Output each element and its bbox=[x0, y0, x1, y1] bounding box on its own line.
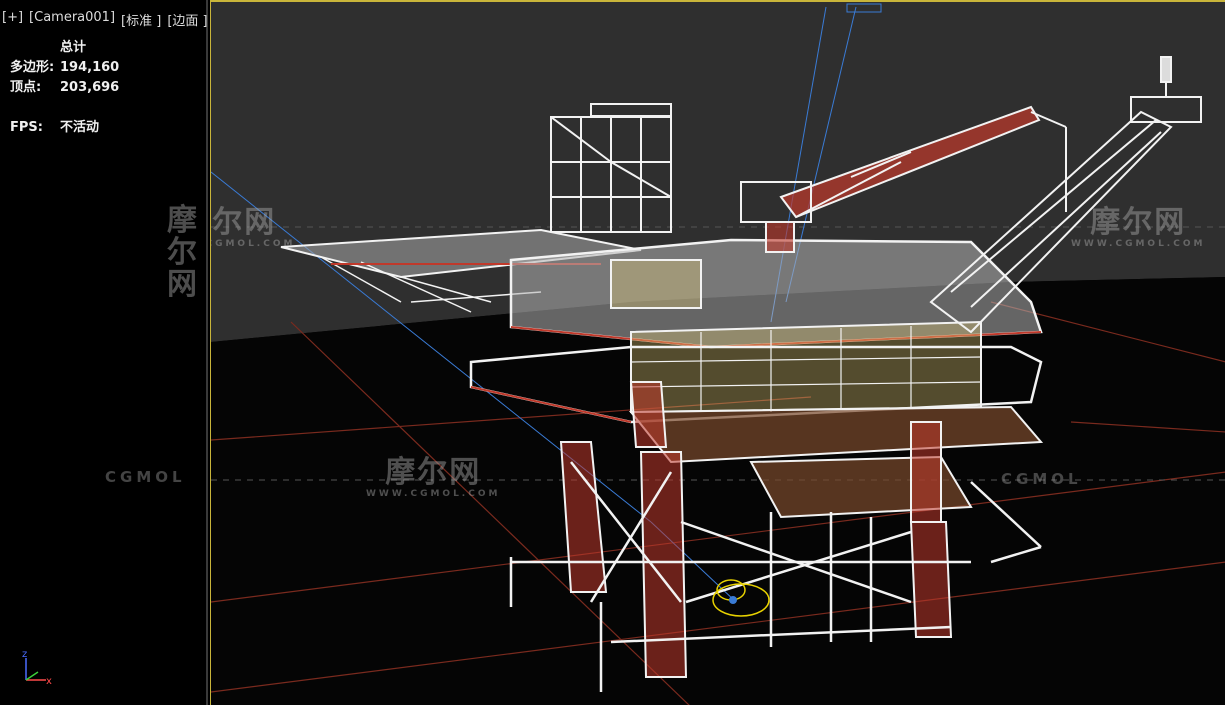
viewport-menu-plus[interactable]: [+] bbox=[2, 10, 23, 29]
fps-label: FPS: bbox=[10, 120, 43, 135]
stats-title: 总计 bbox=[60, 40, 87, 55]
statistics-panel: 总计 多边形: 194,160 顶点: 203,696 FPS: 不活动 bbox=[10, 38, 119, 138]
fps-value: 不活动 bbox=[60, 120, 100, 135]
watermark-logo-left: CGMOL bbox=[105, 468, 186, 486]
vertices-value: 203,696 bbox=[60, 80, 120, 95]
polygons-label: 多边形: bbox=[10, 60, 55, 75]
viewport-canvas[interactable] bbox=[211, 2, 1225, 705]
camera-viewport[interactable]: 摩尔网 WWW.CGMOL.COM 摩尔网 WWW.CGMOL.COM 摩尔网 … bbox=[210, 0, 1225, 705]
polygons-value: 194,160 bbox=[60, 60, 120, 75]
stats-fps-row: FPS: 不活动 bbox=[10, 118, 119, 138]
stats-vertices-row: 顶点: 203,696 bbox=[10, 78, 119, 98]
viewport-menu-camera[interactable]: [Camera001] bbox=[29, 10, 115, 29]
axis-z-label: z bbox=[22, 650, 27, 660]
viewport-menu-shading[interactable]: [标准 ] bbox=[121, 10, 161, 29]
watermark-left: 摩尔网 bbox=[160, 205, 206, 301]
left-viewport[interactable]: [+] [Camera001] [标准 ] [边面 ] 总计 多边形: 194,… bbox=[0, 0, 208, 705]
watermark-logo-right: CGMOL bbox=[1001, 470, 1082, 488]
axis-x-label: x bbox=[46, 676, 52, 687]
axis-gizmo-icon: z x bbox=[22, 650, 52, 687]
viewport-label: [+] [Camera001] [标准 ] [边面 ] bbox=[2, 10, 208, 29]
viewport-menu-mode[interactable]: [边面 ] bbox=[167, 10, 207, 29]
vertices-label: 顶点: bbox=[10, 80, 42, 95]
watermark-brand: 摩尔网 bbox=[167, 203, 199, 302]
stats-polygons-row: 多边形: 194,160 bbox=[10, 58, 119, 78]
